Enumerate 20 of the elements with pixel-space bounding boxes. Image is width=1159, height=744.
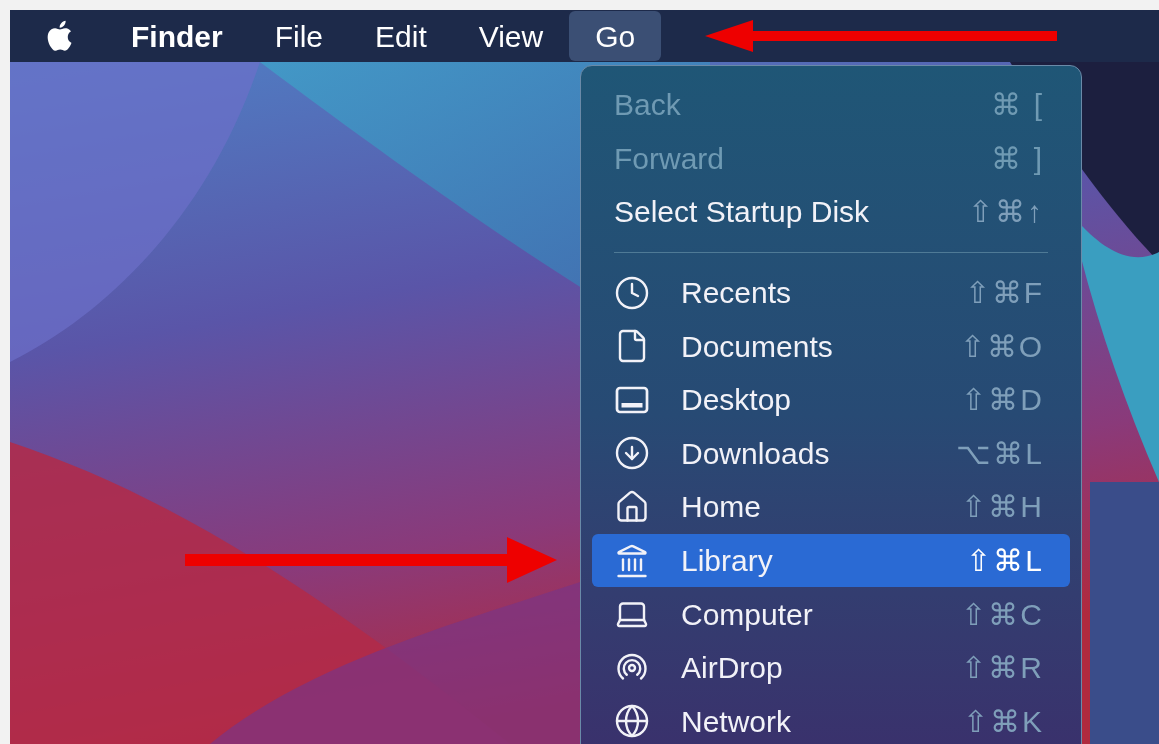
globe-icon bbox=[614, 703, 650, 740]
download-icon bbox=[614, 435, 650, 472]
menu-item[interactable]: AirDrop ⇧⌘R bbox=[592, 640, 1070, 695]
menu-bar-item[interactable]: View bbox=[452, 11, 570, 61]
clock-icon bbox=[614, 274, 650, 311]
menu-bar-item[interactable]: File bbox=[248, 11, 349, 61]
menu-item[interactable]: Home ⇧⌘H bbox=[592, 480, 1070, 534]
menu-item[interactable]: Desktop ⇧⌘D bbox=[592, 372, 1070, 427]
menu-bar-item[interactable]: Go bbox=[569, 11, 662, 61]
menu-item[interactable]: Network ⇧⌘K bbox=[592, 694, 1070, 744]
menu-item[interactable]: Library ⇧⌘L bbox=[592, 533, 1070, 588]
menu-bar-item[interactable]: Edit bbox=[349, 11, 453, 61]
menu-item[interactable]: Documents ⇧⌘O bbox=[592, 319, 1070, 373]
menu-item[interactable]: Recents ⇧⌘F bbox=[592, 265, 1070, 320]
menu-item[interactable]: Computer ⇧⌘C bbox=[592, 587, 1070, 641]
menu-bar-item[interactable]: Finder bbox=[105, 11, 249, 61]
house-icon bbox=[614, 488, 650, 525]
menu-item[interactable]: Downloads ⌥⌘L bbox=[592, 426, 1070, 481]
menu-item[interactable]: Select Startup Disk ⇧⌘↑ bbox=[592, 185, 1070, 239]
columns-building-icon bbox=[614, 542, 650, 579]
